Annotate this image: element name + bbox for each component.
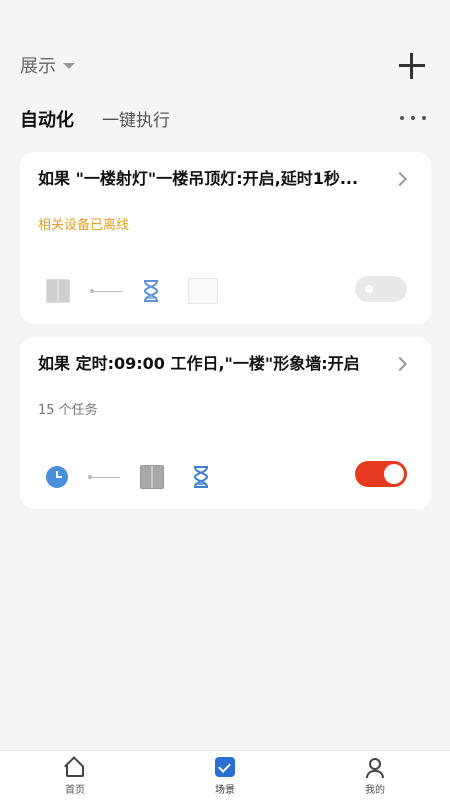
- hourglass-icon: [142, 280, 160, 302]
- bottom-nav: 首页 场景 我的: [0, 750, 450, 800]
- tab-bar: 自动化 一键执行: [20, 106, 170, 132]
- scene-check-icon: [214, 756, 236, 778]
- automation-card[interactable]: 如果 定时:09:00 工作日,"一楼"形象墙:开启 15 个任务: [20, 337, 431, 509]
- nav-scene[interactable]: 场景: [185, 756, 265, 796]
- home-icon: [64, 755, 86, 778]
- automation-title: 如果 "一楼射灯"一楼吊顶灯:开启,延时1秒...: [38, 169, 359, 188]
- switch-icon: [140, 465, 164, 489]
- arrow-icon: [90, 286, 122, 296]
- nav-profile-label: 我的: [365, 784, 385, 796]
- display-dropdown-label: 展示: [20, 56, 56, 77]
- automation-flow: [46, 465, 238, 489]
- automation-toggle[interactable]: [355, 461, 407, 487]
- chevron-right-icon[interactable]: [392, 171, 408, 187]
- tab-automation[interactable]: 自动化: [20, 106, 74, 132]
- hourglass-icon: [192, 466, 210, 488]
- automation-title: 如果 定时:09:00 工作日,"一楼"形象墙:开启: [38, 354, 360, 373]
- switch-icon: [46, 279, 70, 303]
- automation-card[interactable]: 如果 "一楼射灯"一楼吊顶灯:开启,延时1秒... 相关设备已离线: [20, 152, 431, 324]
- more-dots-icon[interactable]: [400, 110, 426, 126]
- automation-status: 相关设备已离线: [38, 218, 130, 233]
- caret-down-icon: [63, 63, 75, 69]
- nav-profile[interactable]: 我的: [335, 756, 415, 796]
- top-bar: 展示: [0, 0, 450, 100]
- nav-home[interactable]: 首页: [35, 755, 115, 796]
- light-switch-icon: [188, 278, 218, 304]
- automation-toggle[interactable]: [355, 276, 407, 302]
- add-plus-icon[interactable]: [398, 52, 426, 80]
- automation-flow: [46, 278, 218, 304]
- automation-task-count: 15 个任务: [38, 403, 98, 418]
- tab-one-click[interactable]: 一键执行: [102, 106, 170, 131]
- nav-scene-label: 场景: [215, 784, 235, 796]
- clock-icon: [46, 466, 68, 488]
- chevron-right-icon[interactable]: [392, 356, 408, 372]
- display-dropdown[interactable]: 展示: [20, 52, 75, 78]
- profile-icon: [364, 756, 386, 778]
- nav-home-label: 首页: [65, 784, 85, 796]
- arrow-icon: [88, 472, 120, 482]
